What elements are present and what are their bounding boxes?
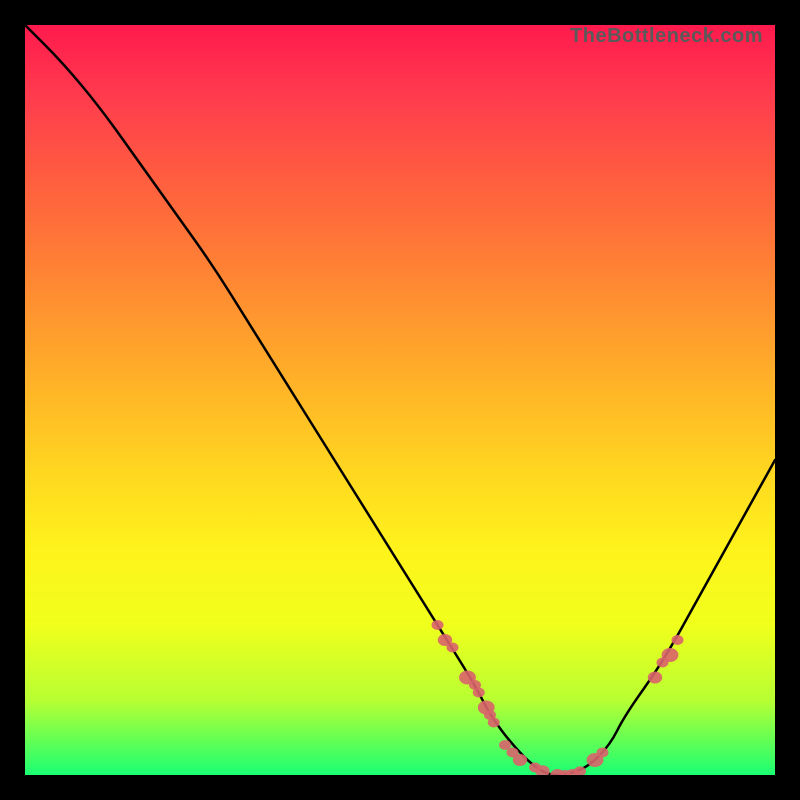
curve-marker (662, 648, 679, 662)
curve-marker (513, 754, 527, 766)
curve-marker (432, 620, 444, 630)
curve-marker (597, 748, 609, 758)
chart-container: TheBottleneck.com (0, 0, 800, 800)
markers-group (432, 620, 684, 775)
plot-area: TheBottleneck.com (25, 25, 775, 775)
curve-marker (672, 635, 684, 645)
curve-marker (488, 718, 500, 728)
curve-marker (648, 672, 662, 684)
curve-marker (447, 643, 459, 653)
watermark-text: TheBottleneck.com (570, 25, 763, 48)
chart-svg (25, 25, 775, 775)
curve-marker (473, 688, 485, 698)
